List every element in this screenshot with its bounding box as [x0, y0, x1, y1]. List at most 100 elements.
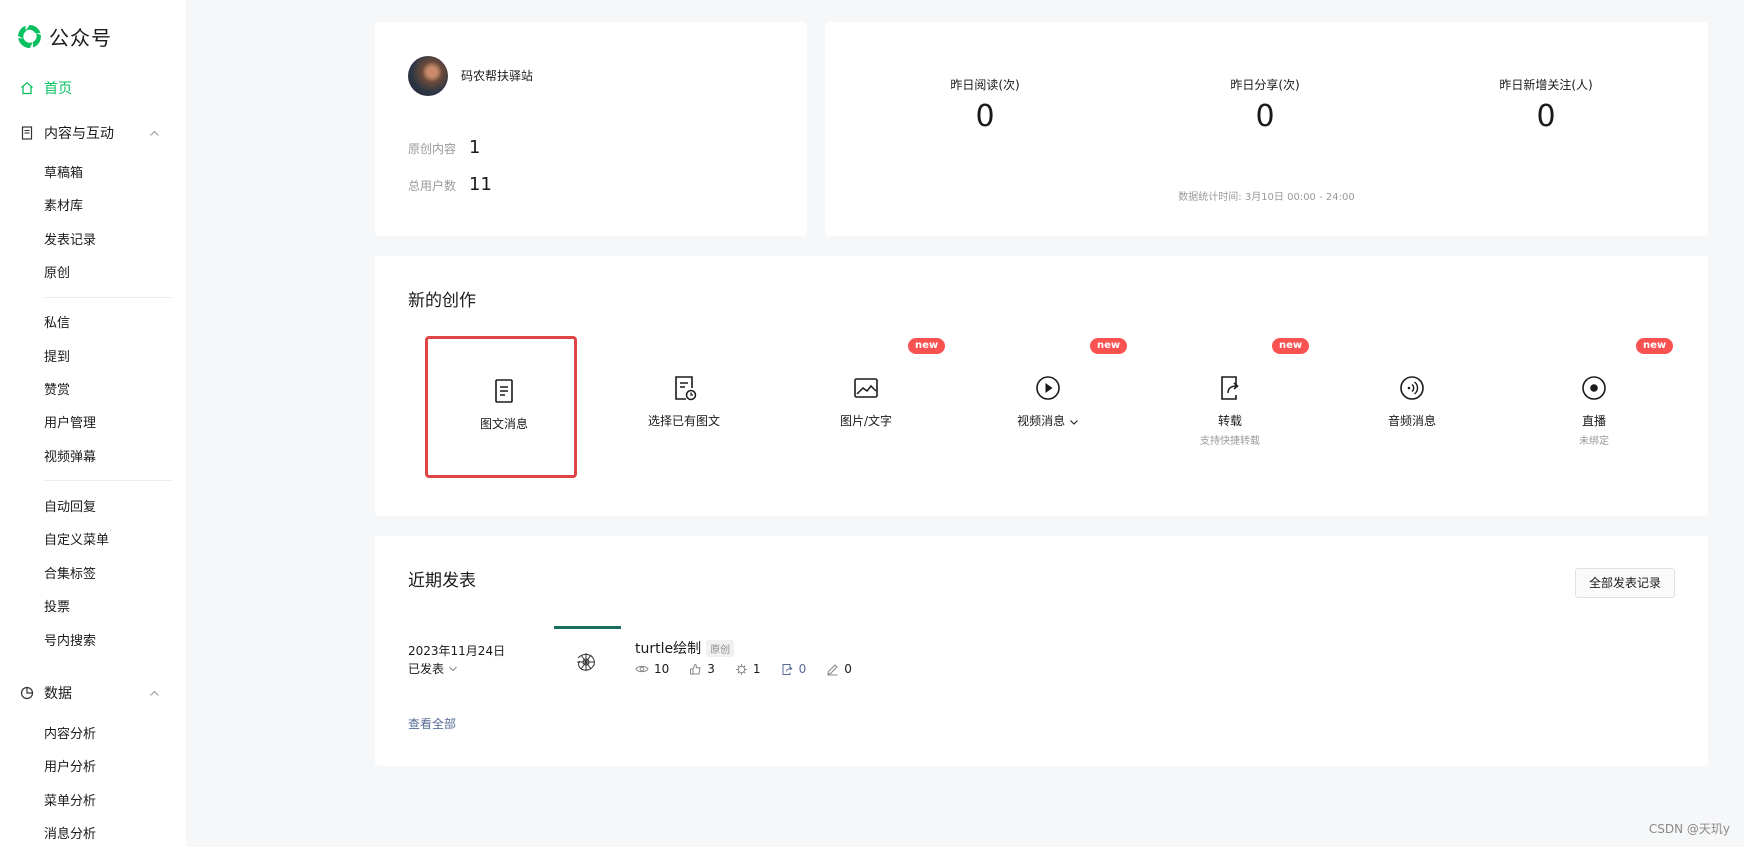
- sidebar-group-label: 内容与互动: [44, 126, 114, 142]
- metric-value: 3: [707, 662, 715, 676]
- metric-value: 0: [798, 662, 807, 676]
- stat-value: 11: [469, 174, 492, 195]
- create-repost-button[interactable]: 转载 支持快捷转载: [1154, 336, 1306, 478]
- new-badge: new: [1090, 338, 1128, 354]
- create-item-label: 直播: [1581, 414, 1606, 428]
- sidebar-group-content[interactable]: 内容与互动: [20, 123, 160, 143]
- sidebar-item-vote[interactable]: 投票: [44, 596, 70, 615]
- create-item-sublabel: 未绑定: [1579, 436, 1609, 447]
- sidebar-item-video-danmaku[interactable]: 视频弹幕: [44, 446, 96, 465]
- recent-posts-card: 近期发表 全部发表记录 2023年11月24日 已发表 turtle绘制 原创: [375, 536, 1708, 766]
- sidebar-item-content-analysis[interactable]: 内容分析: [44, 723, 96, 742]
- document-icon: [495, 379, 513, 403]
- metric-value: 1: [752, 662, 761, 676]
- sidebar-item-custom-menu[interactable]: 自定义菜单: [44, 529, 109, 548]
- sidebar-item-mentions[interactable]: 提到: [44, 346, 70, 365]
- thumbs-up-icon: [690, 663, 701, 674]
- sidebar-item-publish-records[interactable]: 发表记录: [44, 229, 96, 248]
- audio-icon: [1400, 376, 1424, 400]
- create-item-sublabel: 支持快捷转载: [1200, 436, 1260, 447]
- sidebar-item-home[interactable]: 首页: [20, 78, 72, 98]
- app-title: 公众号: [49, 26, 112, 50]
- sidebar-item-user-management[interactable]: 用户管理: [44, 412, 96, 431]
- all-publish-records-button[interactable]: 全部发表记录: [1574, 568, 1675, 598]
- turtle-drawing-image: [577, 653, 595, 671]
- account-card: 码农帮扶驿站 原创内容 1 总用户数 11: [375, 22, 807, 236]
- view-all-link[interactable]: 查看全部: [408, 715, 456, 732]
- sidebar-item-in-account-search[interactable]: 号内搜索: [44, 630, 96, 649]
- sidebar-item-menu-analysis[interactable]: 菜单分析: [44, 790, 96, 809]
- new-badge: new: [908, 338, 946, 354]
- share-icon: [782, 663, 793, 675]
- create-item-label: 音频消息: [1387, 414, 1436, 428]
- stat-label: 总用户数: [408, 179, 457, 193]
- watermark: CSDN @天玑y: [1648, 822, 1730, 836]
- sidebar-item-rewards[interactable]: 赞赏: [44, 379, 70, 398]
- sidebar-item-drafts[interactable]: 草稿箱: [44, 162, 83, 181]
- sidebar-item-message-analysis[interactable]: 消息分析: [44, 823, 96, 842]
- image-icon: [854, 378, 878, 398]
- divider: [44, 480, 172, 481]
- create-audio-button[interactable]: 音频消息: [1336, 336, 1488, 478]
- post-status-dropdown[interactable]: 已发表: [408, 660, 459, 677]
- kpi-label: 昨日新增关注(人): [1499, 78, 1593, 92]
- pen-icon: [827, 663, 838, 675]
- sidebar-item-user-analysis[interactable]: 用户分析: [44, 756, 96, 775]
- document-icon: [21, 126, 33, 140]
- stat-label: 原创内容: [408, 142, 457, 156]
- chevron-up-icon: [150, 130, 159, 136]
- post-metrics: 10 3 1 0 0: [635, 662, 872, 676]
- new-badge: new: [1272, 338, 1310, 354]
- section-title: 新的创作: [408, 291, 476, 311]
- home-icon: [21, 81, 33, 95]
- stat-value: 1: [469, 137, 481, 158]
- create-image-text-button[interactable]: 图片/文字: [790, 336, 942, 478]
- avatar[interactable]: [408, 56, 448, 96]
- post-thumbnail[interactable]: [554, 626, 621, 690]
- stats-time-note: 数据统计时间: 3月10日 00:00 - 24:00: [1178, 192, 1355, 203]
- yesterday-reads: 昨日阅读(次) 0: [885, 76, 1085, 134]
- sidebar-item-messages[interactable]: 私信: [44, 312, 70, 331]
- divider: [44, 297, 172, 298]
- new-creation-card: 新的创作 图文消息 选择已有图文 图片/文字 new 视频消息 new 转载 支…: [375, 256, 1708, 516]
- new-badge: new: [1636, 338, 1674, 354]
- sidebar-item-original[interactable]: 原创: [44, 262, 70, 281]
- kpi-label: 昨日阅读(次): [950, 78, 1020, 92]
- create-live-button[interactable]: 直播 未绑定: [1518, 336, 1670, 478]
- sidebar-item-auto-reply[interactable]: 自动回复: [44, 496, 96, 515]
- post-title-row: turtle绘制 原创: [635, 638, 735, 658]
- sidebar-item-materials[interactable]: 素材库: [44, 195, 83, 214]
- original-content-stat: 原创内容 1: [408, 137, 480, 158]
- metric-value: 10: [654, 662, 670, 676]
- create-item-label: 图片/文字: [839, 414, 893, 428]
- metric-likes: 3: [689, 662, 715, 676]
- live-icon: [1582, 376, 1606, 400]
- sidebar-item-label: 首页: [44, 81, 72, 97]
- metric-comments: 0: [826, 662, 852, 676]
- create-item-label: 图文消息: [479, 417, 528, 431]
- share-doc-icon: [1221, 376, 1239, 400]
- post-status-label: 已发表: [408, 662, 445, 676]
- app-logo[interactable]: 公众号: [16, 22, 112, 51]
- sidebar-group-label: 数据: [44, 686, 72, 702]
- post-date: 2023年11月24日: [408, 644, 506, 658]
- sidebar-item-collection-tags[interactable]: 合集标签: [44, 563, 96, 582]
- create-article-button[interactable]: 图文消息: [425, 336, 577, 478]
- kpi-value: 0: [1536, 99, 1556, 134]
- create-item-label: 选择已有图文: [647, 414, 720, 428]
- kpi-value: 0: [975, 99, 995, 134]
- play-icon: [1036, 376, 1060, 400]
- metric-shares[interactable]: 0: [781, 662, 807, 676]
- stats-card: 昨日阅读(次) 0 昨日分享(次) 0 昨日新增关注(人) 0 数据统计时间: …: [825, 22, 1708, 236]
- create-video-button[interactable]: 视频消息: [972, 336, 1124, 478]
- document-clock-icon: [675, 376, 697, 401]
- create-item-label: 转载: [1217, 414, 1242, 428]
- section-title: 近期发表: [408, 571, 476, 591]
- create-select-existing-button[interactable]: 选择已有图文: [608, 336, 760, 478]
- chevron-down-icon: [1070, 419, 1078, 425]
- chevron-down-icon: [449, 666, 457, 671]
- sidebar-group-data[interactable]: 数据: [20, 683, 160, 703]
- chevron-up-icon: [150, 690, 159, 696]
- post-title[interactable]: turtle绘制: [635, 638, 701, 658]
- original-tag: 原创: [706, 639, 735, 657]
